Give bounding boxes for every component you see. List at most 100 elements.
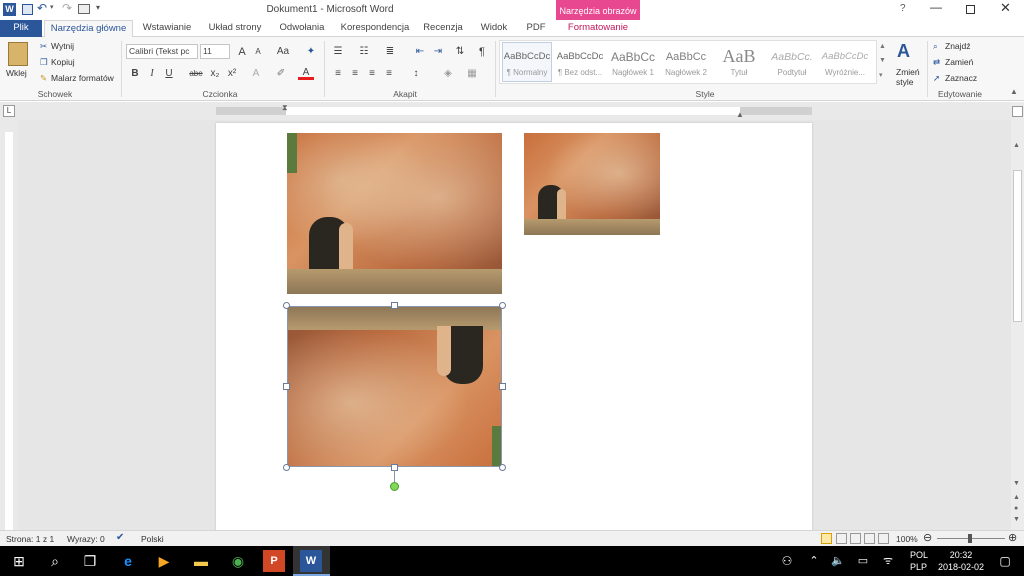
prev-page-icon[interactable]: ▲ [1013,494,1020,501]
zoom-out-icon[interactable]: ⊖ [923,531,932,544]
grow-font-button[interactable]: A [234,45,250,59]
search-icon[interactable]: ⌕ [44,550,66,572]
sort-icon[interactable]: ⇅ [452,45,468,59]
task-view-icon[interactable]: ❐ [79,550,101,572]
font-name-select[interactable]: Calibri (Tekst pc [126,44,198,59]
subscript-button[interactable]: x₂ [207,67,223,81]
replace-icon[interactable]: ⇄ [933,57,940,68]
minimize-icon[interactable]: — [930,0,942,14]
styles-more-icon[interactable]: ▾ [879,71,883,79]
font-size-select[interactable]: 11 [200,44,230,59]
network-icon[interactable]: ᯤ [877,550,899,572]
outline-view-icon[interactable] [864,533,875,544]
people-icon[interactable]: ⚇ [776,550,798,572]
paste-label[interactable]: Wklej [6,68,27,78]
style-no-spacing[interactable]: AaBbCcDc ¶ Bez odst... [555,42,605,82]
tab-mailings[interactable]: Korespondencja [337,20,413,37]
ruler-toggle-icon[interactable] [1012,106,1023,117]
print-icon[interactable] [78,4,90,14]
change-styles-label-1[interactable]: Zmień [896,67,920,77]
help-icon[interactable]: ? [900,3,906,14]
style-emphasis[interactable]: AaBbCcDc Wyróżnie... [820,42,870,82]
style-heading-1[interactable]: AaBbCc Nagłówek 1 [608,42,658,82]
input-language-2[interactable]: PLP [910,562,927,572]
underline-button[interactable]: U [161,67,177,81]
save-icon[interactable] [22,4,33,15]
numbering-icon[interactable]: ☷ [356,45,372,59]
tab-file[interactable]: Plik [0,20,42,37]
replace-button[interactable]: Zamień [945,57,973,67]
bullets-icon[interactable]: ☰ [330,45,346,59]
select-icon[interactable]: ➚ [933,73,940,84]
image-2[interactable] [524,133,660,235]
chrome-icon[interactable]: ◉ [227,550,249,572]
notification-center-icon[interactable]: ▢ [994,550,1016,572]
copy-button[interactable]: Kopiuj [51,57,75,67]
tab-review[interactable]: Recenzja [418,20,468,37]
close-icon[interactable]: ✕ [1000,0,1011,16]
document-area[interactable] [18,120,1011,530]
image-1[interactable] [287,133,502,294]
powerpoint-icon[interactable]: P [263,550,285,572]
page-count[interactable]: Strona: 1 z 1 [6,534,54,544]
shading-icon[interactable]: ◈ [440,67,456,81]
edge-icon[interactable]: e [117,550,139,572]
vertical-ruler[interactable] [0,120,18,530]
align-right-icon[interactable]: ≡ [364,67,380,81]
resize-handle-top[interactable] [391,302,398,309]
resize-handle-bottom-left[interactable] [283,464,290,471]
word-icon[interactable]: W [300,550,322,572]
tab-layout[interactable]: Układ strony [203,20,267,37]
text-effects-icon[interactable]: A [248,67,264,81]
cut-button[interactable]: Wytnij [51,41,74,51]
tab-insert[interactable]: Wstawianie [137,20,197,37]
zoom-level[interactable]: 100% [896,534,918,544]
line-spacing-icon[interactable]: ↕ [408,67,424,81]
next-page-icon[interactable]: ▼ [1013,516,1020,523]
decrease-indent-icon[interactable]: ⇤ [412,45,428,59]
change-styles-icon[interactable]: A [897,41,910,62]
align-left-icon[interactable]: ≡ [330,67,346,81]
input-language-1[interactable]: POL [910,550,928,560]
rotate-handle[interactable] [390,482,399,491]
indent-marker-icon[interactable]: ⧗ [282,103,288,113]
styles-scroll-up-icon[interactable]: ▲ [879,43,886,50]
style-heading-2[interactable]: AaBbCc Nagłówek 2 [661,42,711,82]
tab-pdf[interactable]: PDF [520,20,552,37]
scroll-down-icon[interactable]: ▼ [1013,480,1020,487]
full-screen-view-icon[interactable] [836,533,847,544]
undo-icon[interactable]: ↶ [37,1,47,15]
resize-handle-top-left[interactable] [283,302,290,309]
copy-icon[interactable]: ❐ [40,57,48,68]
justify-icon[interactable]: ≡ [381,67,397,81]
zoom-slider-thumb[interactable] [968,534,972,543]
resize-handle-right[interactable] [499,383,506,390]
file-explorer-icon[interactable]: ▬ [190,550,212,572]
italic-button[interactable]: I [144,67,160,81]
find-icon[interactable]: ⌕ [933,41,938,52]
font-color-button[interactable]: A [298,66,314,80]
collapse-ribbon-icon[interactable]: ▲ [1010,87,1018,96]
horizontal-ruler[interactable]: L ⧗ ▲ [0,102,1024,120]
tab-home[interactable]: Narzędzia główne [44,20,133,37]
right-indent-marker-icon[interactable]: ▲ [736,110,744,119]
zoom-in-icon[interactable]: ⊕ [1008,531,1017,544]
style-normal[interactable]: AaBbCcDc ¶ Normalny [502,42,552,82]
tab-format[interactable]: Formatowanie [558,20,638,37]
draft-view-icon[interactable] [878,533,889,544]
redo-icon[interactable]: ↷ [62,1,72,15]
align-center-icon[interactable]: ≡ [347,67,363,81]
multilevel-list-icon[interactable]: ≣ [382,45,398,59]
browse-object-icon[interactable]: ● [1014,505,1018,512]
volume-icon[interactable]: 🔈 [827,550,849,572]
style-title[interactable]: AaB Tytuł [714,42,764,82]
show-hidden-icons-icon[interactable]: ⌃ [803,550,825,572]
select-button[interactable]: Zaznacz [945,73,977,83]
format-painter-button[interactable]: Malarz formatów [51,73,114,83]
resize-handle-bottom-right[interactable] [499,464,506,471]
word-count[interactable]: Wyrazy: 0 [67,534,105,544]
bold-button[interactable]: B [127,67,143,81]
start-icon[interactable]: ⊞ [8,550,30,572]
tab-references[interactable]: Odwołania [273,20,331,37]
proofing-icon[interactable]: ✔ [116,532,124,543]
